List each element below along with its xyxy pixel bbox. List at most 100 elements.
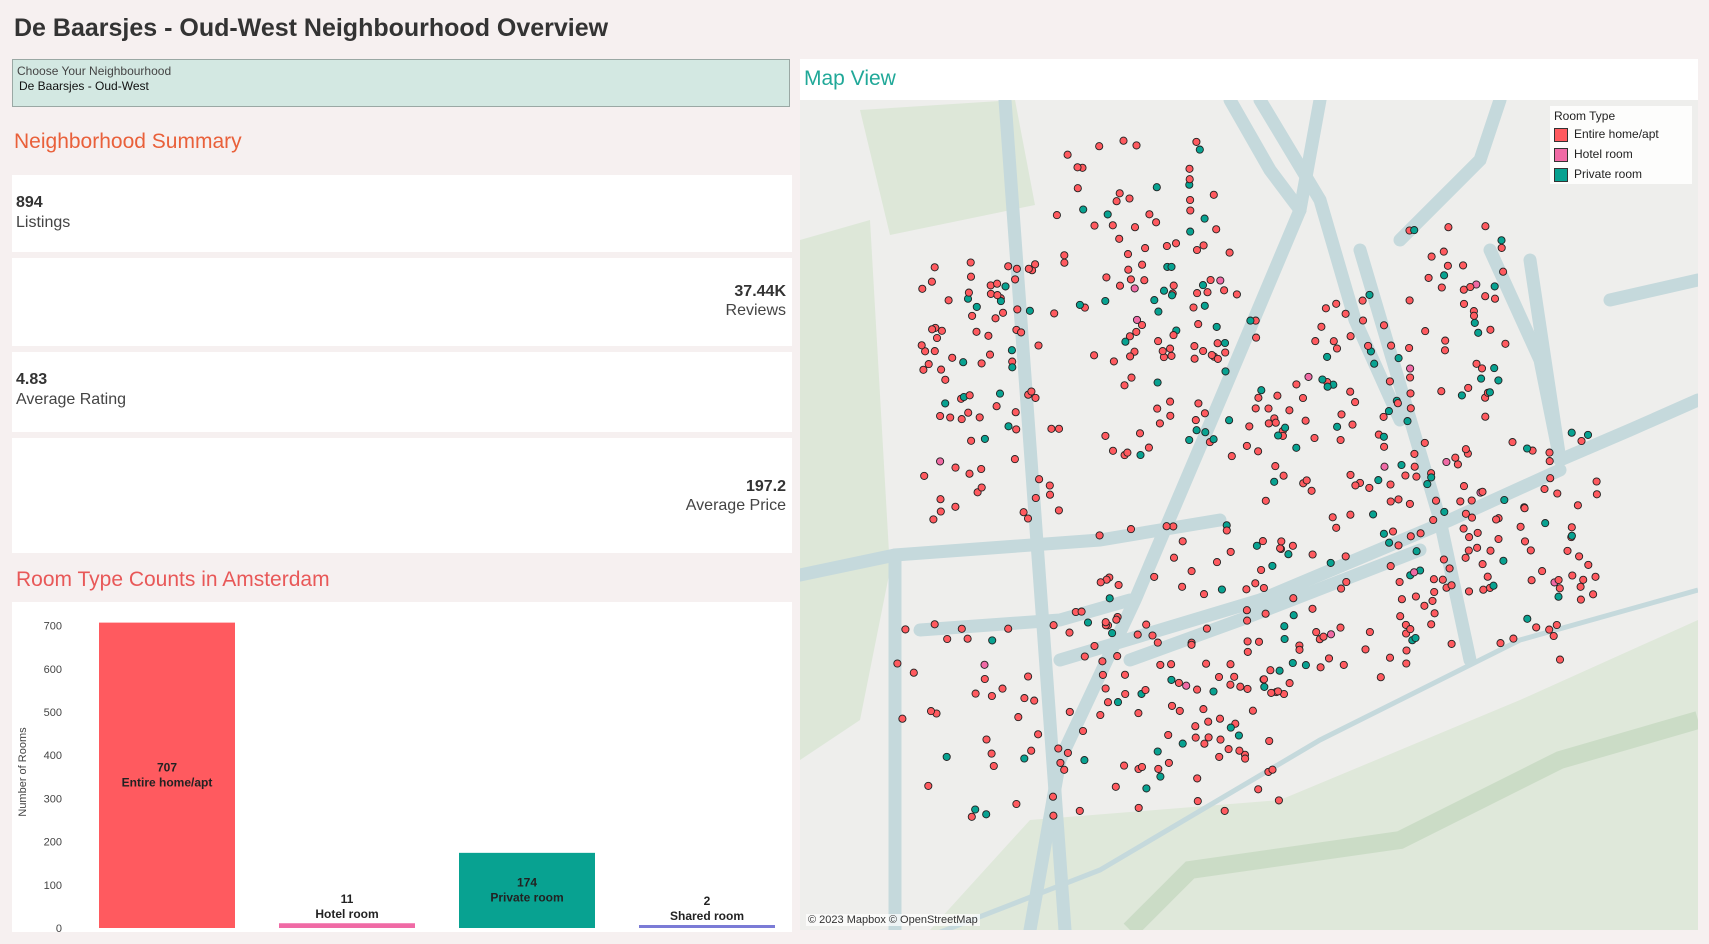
listing-point[interactable]	[1232, 290, 1241, 299]
listing-point[interactable]	[919, 365, 928, 374]
listing-point[interactable]	[988, 636, 997, 645]
listing-point[interactable]	[1532, 623, 1541, 632]
listing-point[interactable]	[1227, 452, 1236, 461]
listing-point[interactable]	[1024, 264, 1033, 273]
listing-point[interactable]	[1379, 321, 1389, 330]
listing-point[interactable]	[1592, 477, 1601, 486]
listing-point[interactable]	[1406, 532, 1415, 541]
listing-point[interactable]	[1329, 337, 1338, 346]
listing-point[interactable]	[1266, 666, 1275, 675]
listing-point[interactable]	[1538, 567, 1547, 576]
listing-point[interactable]	[1589, 590, 1598, 599]
listing-point[interactable]	[1273, 687, 1283, 696]
listing-point[interactable]	[1380, 462, 1389, 471]
listing-point[interactable]	[1467, 496, 1476, 505]
listing-point[interactable]	[1274, 431, 1283, 440]
listing-point[interactable]	[1225, 248, 1234, 257]
listing-point[interactable]	[1153, 747, 1162, 756]
listing-point[interactable]	[1268, 561, 1277, 570]
listing-point[interactable]	[1153, 638, 1162, 647]
listing-point[interactable]	[1114, 580, 1123, 590]
listing-point[interactable]	[1130, 223, 1140, 232]
listing-point[interactable]	[1470, 318, 1479, 327]
listing-point[interactable]	[1459, 482, 1469, 491]
listing-point[interactable]	[1459, 524, 1468, 533]
listing-point[interactable]	[1186, 206, 1195, 215]
listing-point[interactable]	[1479, 585, 1488, 594]
listing-point[interactable]	[1490, 364, 1499, 373]
listing-point[interactable]	[1162, 522, 1171, 531]
listing-point[interactable]	[1200, 301, 1209, 310]
listing-point[interactable]	[1552, 620, 1561, 630]
listing-point[interactable]	[1427, 620, 1436, 629]
listing-point[interactable]	[924, 360, 933, 369]
listing-point[interactable]	[1276, 544, 1285, 553]
listing-point[interactable]	[1243, 637, 1252, 646]
listing-point[interactable]	[1215, 752, 1224, 761]
listing-point[interactable]	[1132, 327, 1141, 336]
listing-point[interactable]	[1145, 210, 1154, 219]
listing-point[interactable]	[1386, 480, 1395, 489]
listing-point[interactable]	[964, 288, 973, 297]
listing-point[interactable]	[926, 707, 936, 716]
listing-point[interactable]	[1023, 514, 1033, 523]
listing-point[interactable]	[1115, 189, 1124, 198]
listing-point[interactable]	[1457, 391, 1466, 400]
listing-point[interactable]	[1027, 746, 1036, 755]
listing-point[interactable]	[1178, 739, 1187, 748]
listing-point[interactable]	[1260, 682, 1269, 691]
listing-point[interactable]	[1337, 410, 1346, 419]
listing-point[interactable]	[1060, 258, 1069, 267]
listing-point[interactable]	[998, 684, 1007, 693]
listing-point[interactable]	[1011, 408, 1020, 417]
listing-point[interactable]	[1401, 471, 1410, 480]
listing-point[interactable]	[1376, 673, 1385, 682]
listing-point[interactable]	[1497, 243, 1506, 252]
listing-point[interactable]	[1169, 553, 1179, 562]
listing-point[interactable]	[1478, 560, 1487, 569]
listing-point[interactable]	[1385, 538, 1394, 547]
listing-point[interactable]	[1412, 472, 1421, 481]
listing-point[interactable]	[1584, 560, 1593, 569]
listing-point[interactable]	[1258, 537, 1267, 546]
listing-point[interactable]	[1134, 709, 1143, 718]
listing-point[interactable]	[982, 810, 991, 819]
listing-point[interactable]	[1386, 562, 1395, 571]
listing-point[interactable]	[1292, 380, 1301, 389]
listing-point[interactable]	[984, 331, 993, 340]
listing-point[interactable]	[1500, 495, 1509, 505]
listing-point[interactable]	[1007, 346, 1016, 355]
listing-point[interactable]	[1412, 547, 1421, 556]
listing-point[interactable]	[1154, 337, 1163, 346]
listing-point[interactable]	[1410, 462, 1419, 471]
listing-point[interactable]	[1370, 359, 1379, 368]
listing-point[interactable]	[1567, 428, 1576, 437]
listing-point[interactable]	[1444, 223, 1453, 232]
listing-point[interactable]	[1178, 582, 1187, 591]
listing-point[interactable]	[1049, 621, 1058, 630]
listing-point[interactable]	[977, 464, 986, 474]
listing-point[interactable]	[1123, 250, 1133, 259]
listing-point[interactable]	[995, 389, 1005, 398]
listing-point[interactable]	[1164, 758, 1173, 767]
listing-point[interactable]	[1380, 442, 1389, 451]
listing-point[interactable]	[1193, 774, 1202, 783]
listing-point[interactable]	[1190, 342, 1199, 351]
listing-point[interactable]	[1257, 565, 1266, 575]
listing-point[interactable]	[924, 781, 933, 790]
listing-point[interactable]	[1427, 252, 1436, 261]
listing-point[interactable]	[1236, 682, 1245, 691]
listing-point[interactable]	[1242, 441, 1251, 450]
listing-point[interactable]	[966, 258, 975, 267]
listing-point[interactable]	[1490, 294, 1500, 303]
listing-point[interactable]	[1080, 756, 1089, 765]
listing-point[interactable]	[1162, 241, 1171, 251]
listing-point[interactable]	[1020, 754, 1029, 763]
listing-point[interactable]	[936, 495, 945, 504]
listing-point[interactable]	[1388, 527, 1398, 536]
listing-point[interactable]	[1257, 386, 1266, 395]
listing-point[interactable]	[1201, 428, 1210, 437]
listing-point[interactable]	[1285, 406, 1294, 415]
listing-point[interactable]	[1261, 609, 1270, 618]
listing-point[interactable]	[1576, 595, 1585, 604]
